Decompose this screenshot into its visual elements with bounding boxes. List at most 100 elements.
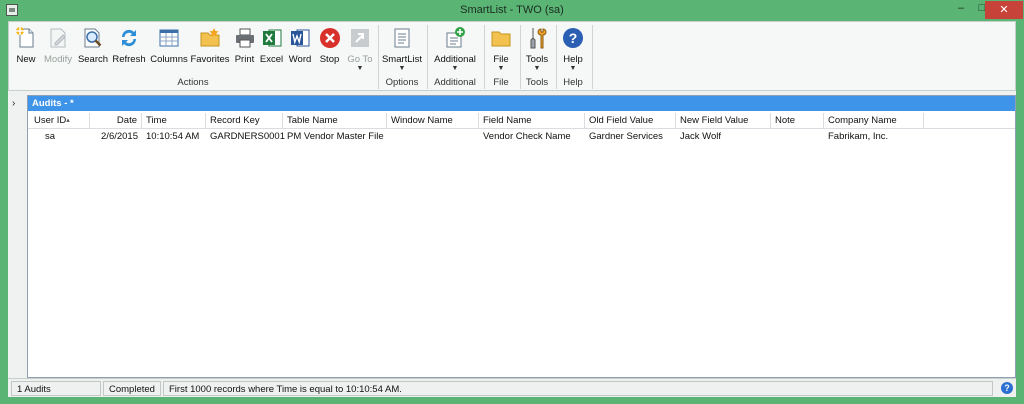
minimize-button[interactable]: –: [951, 2, 971, 19]
status-message: First 1000 records where Time is equal t…: [163, 381, 993, 396]
modify-button[interactable]: Modify: [41, 23, 75, 75]
word-button[interactable]: Word: [285, 23, 315, 75]
group-separator: [427, 25, 428, 89]
help-label: Help: [563, 54, 583, 65]
column-header-company-name[interactable]: Company Name: [824, 113, 924, 128]
cell-company-name: Fabrikam, Inc.: [828, 131, 889, 142]
tools-dropdown-arrow: ▼: [533, 65, 541, 72]
favorites-label: Favorites: [190, 54, 230, 65]
cell-user-id: sa: [45, 131, 56, 142]
group-label-help: Help: [563, 77, 583, 88]
group-label-options: Options: [385, 77, 419, 88]
additional-label: Additional: [434, 54, 476, 65]
column-header-new-field-value[interactable]: New Field Value: [676, 113, 771, 128]
goto-label: Go To: [347, 54, 373, 65]
cell-time: 10:10:54 AM: [146, 131, 200, 142]
group-label-tools: Tools: [525, 77, 549, 88]
panel-title[interactable]: Audits - *: [28, 96, 1015, 111]
columns-label: Columns: [150, 54, 188, 65]
window-title: SmartList - TWO (sa): [460, 4, 564, 16]
status-bar: 1 Audits Completed First 1000 records wh…: [8, 378, 1016, 397]
word-icon: [291, 29, 310, 47]
favorites-folder-icon: [200, 28, 220, 47]
search-button[interactable]: Search: [76, 23, 110, 75]
smartlist-button[interactable]: SmartList ▼: [381, 23, 423, 75]
stop-button[interactable]: Stop: [315, 23, 344, 75]
results-panel: Audits - * User ID▴ Date Time Record Key…: [27, 95, 1016, 378]
column-header-window-name[interactable]: Window Name: [387, 113, 479, 128]
column-header-old-field-value[interactable]: Old Field Value: [585, 113, 676, 128]
tools-button[interactable]: Tools ▼: [522, 23, 552, 75]
help-button[interactable]: ? Help ▼: [558, 23, 588, 75]
cell-new-field-value: Jack Wolf: [680, 131, 722, 142]
group-label-file: File: [493, 77, 509, 88]
status-record-count: 1 Audits: [11, 381, 101, 396]
excel-icon: [262, 29, 281, 47]
columns-button[interactable]: Columns: [149, 23, 189, 75]
tools-icon: [530, 28, 547, 49]
expand-arrow-icon[interactable]: ›: [12, 98, 15, 109]
refresh-button[interactable]: Refresh: [110, 23, 148, 75]
new-label: New: [16, 54, 36, 65]
group-label-actions: Actions: [177, 77, 209, 88]
close-button[interactable]: ✕: [985, 1, 1023, 19]
title-bar: SmartList - TWO (sa) – □ ✕: [0, 0, 1024, 21]
print-button[interactable]: Print: [231, 23, 258, 75]
favorites-button[interactable]: Favorites: [190, 23, 230, 75]
column-header-note[interactable]: Note: [771, 113, 824, 128]
modify-icon: [50, 28, 66, 48]
column-header-user-id[interactable]: User ID▴: [30, 113, 90, 128]
excel-label: Excel: [259, 54, 284, 65]
file-label: File: [493, 54, 509, 65]
cell-date: 2/6/2015: [101, 131, 138, 142]
stop-icon: [319, 28, 340, 48]
modify-label: Modify: [44, 54, 72, 65]
column-header-record-key[interactable]: Record Key: [206, 113, 283, 128]
group-separator: [378, 25, 379, 89]
tools-label: Tools: [525, 54, 549, 65]
column-header-field-name[interactable]: Field Name: [479, 113, 585, 128]
goto-button[interactable]: Go To ▼: [345, 23, 375, 75]
additional-button[interactable]: Additional ▼: [430, 23, 480, 75]
status-state: Completed: [103, 381, 161, 396]
search-label: Search: [77, 54, 109, 65]
cell-table-name: PM Vendor Master File: [287, 131, 384, 142]
print-label: Print: [234, 54, 255, 65]
cell-field-name: Vendor Check Name: [483, 131, 571, 142]
group-separator: [592, 25, 593, 89]
smartlist-label: SmartList: [381, 54, 423, 65]
group-separator: [556, 25, 557, 89]
stop-label: Stop: [319, 54, 340, 65]
file-dropdown-arrow: ▼: [497, 65, 505, 72]
additional-dropdown-arrow: ▼: [451, 65, 459, 72]
help-icon[interactable]: ?: [1001, 382, 1013, 394]
content-area: › Audits - * User ID▴ Date Time Record K…: [8, 91, 1016, 378]
search-icon: [84, 28, 102, 48]
smartlist-dropdown-arrow: ▼: [398, 65, 406, 72]
help-dropdown-arrow: ▼: [569, 65, 577, 72]
columns-icon: [159, 29, 179, 47]
column-header-table-name[interactable]: Table Name: [283, 113, 387, 128]
goto-icon: [351, 29, 369, 47]
header-divider: [28, 128, 1015, 129]
smartlist-window: SmartList - TWO (sa) – □ ✕ New Modify Se…: [0, 0, 1024, 404]
additional-icon: [446, 27, 465, 48]
cell-record-key: GARDNERS0001: [210, 131, 285, 142]
svg-text:?: ?: [569, 30, 578, 46]
file-folder-icon: [491, 31, 511, 47]
refresh-icon: [121, 29, 137, 47]
sort-indicator-icon: ▴: [66, 117, 70, 124]
column-header-time[interactable]: Time: [142, 113, 206, 128]
group-label-additional: Additional: [434, 77, 476, 88]
excel-button[interactable]: Excel: [258, 23, 285, 75]
goto-dropdown-arrow: ▼: [356, 65, 364, 72]
new-button[interactable]: New: [11, 23, 41, 75]
printer-icon: [235, 28, 254, 48]
column-header-date[interactable]: Date: [90, 113, 142, 128]
file-button[interactable]: File ▼: [486, 23, 516, 75]
new-document-icon: [16, 27, 34, 48]
cell-old-field-value: Gardner Services: [589, 131, 663, 142]
group-separator: [520, 25, 521, 89]
ribbon-toolbar: New Modify Search Refresh Columns Favori…: [8, 21, 1016, 91]
smartlist-icon: [394, 28, 410, 48]
